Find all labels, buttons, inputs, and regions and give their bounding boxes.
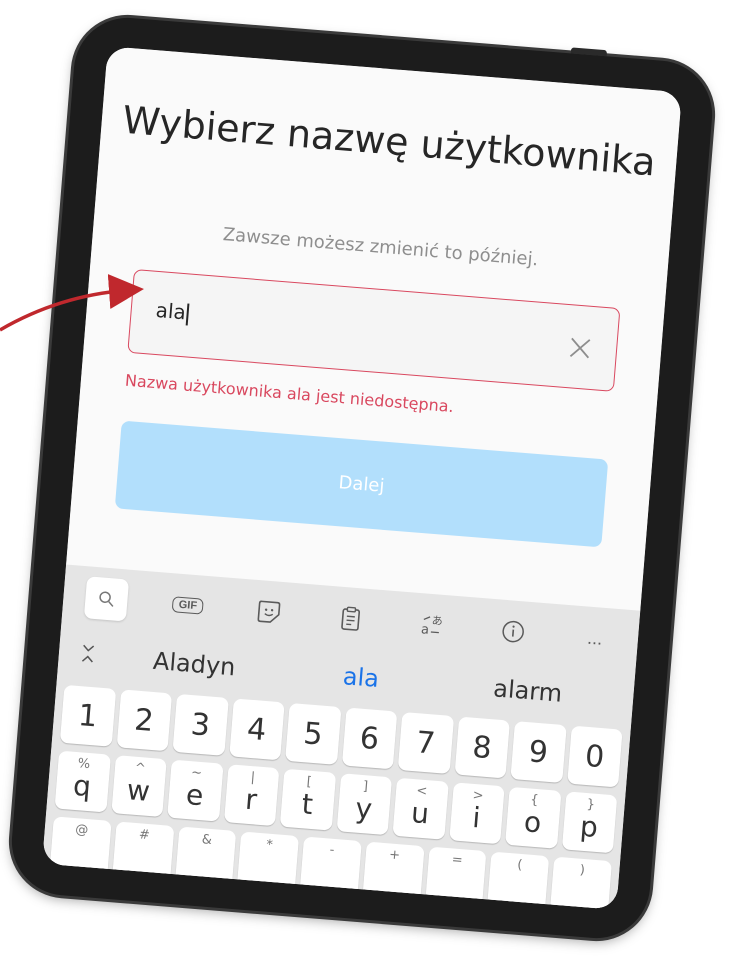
close-icon[interactable] [567, 335, 593, 361]
key-symbol[interactable]: * [236, 831, 300, 894]
clipboard-icon[interactable] [328, 596, 373, 641]
key-symbol[interactable]: = [424, 846, 487, 910]
text-caret [185, 302, 190, 325]
key-1[interactable]: 1 [59, 684, 116, 747]
key-7[interactable]: 7 [397, 711, 454, 774]
key-8[interactable]: 8 [454, 716, 511, 779]
key-symbol[interactable]: ( [487, 851, 550, 910]
suggestion-item-active[interactable]: ala [276, 657, 445, 698]
page-subtitle: Zawsze możesz zmienić to później. [222, 224, 540, 271]
translate-icon[interactable]: aあ [409, 602, 454, 647]
collapse-icon[interactable] [80, 643, 112, 670]
username-input-value: ala [155, 298, 190, 325]
next-button[interactable]: Dalej [114, 420, 609, 548]
key-t[interactable]: [t [279, 768, 336, 831]
key-6[interactable]: 6 [341, 707, 398, 770]
svg-text:a: a [420, 622, 429, 638]
key-o[interactable]: {o [505, 786, 562, 849]
suggestion-item[interactable]: alarm [443, 670, 612, 711]
key-i[interactable]: > i [448, 782, 505, 845]
key-symbol[interactable]: & [174, 826, 237, 889]
gif-icon[interactable]: GIF [165, 583, 210, 628]
suggestion-item[interactable]: Aladyn [110, 643, 279, 684]
key-y[interactable]: ] y [336, 773, 393, 836]
key-p[interactable]: } p [561, 791, 618, 854]
key-symbol[interactable]: @ [49, 816, 112, 879]
username-input[interactable]: ala [127, 269, 621, 392]
key-symbol[interactable]: - [299, 836, 362, 899]
key-r[interactable]: | r [223, 764, 280, 827]
more-icon[interactable]: ... [572, 616, 617, 661]
key-u[interactable]: < u [392, 777, 449, 840]
key-w[interactable]: ^ w [110, 755, 167, 818]
key-3[interactable]: 3 [172, 693, 229, 756]
key-5[interactable]: 5 [285, 702, 342, 765]
key-q[interactable]: % q [54, 750, 111, 813]
svg-text:あ: あ [431, 614, 443, 628]
key-0[interactable]: 0 [566, 725, 623, 788]
power-button [570, 47, 608, 57]
key-2[interactable]: 2 [116, 689, 173, 752]
username-form: Wybierz nazwę użytkownika Zawsze możesz … [66, 46, 682, 611]
error-message: Nazwa użytkownika ala jest niedostępna. [124, 370, 455, 417]
key-4[interactable]: 4 [228, 698, 285, 761]
tablet-screen: Wybierz nazwę użytkownika Zawsze możesz … [42, 46, 682, 910]
page-title: Wybierz nazwę użytkownika [120, 97, 658, 185]
on-screen-keyboard: GIF aあ ... Aladyn ala alarm 1 2 3 4 5 6 … [42, 564, 641, 910]
key-symbol[interactable]: # [111, 821, 175, 884]
sticker-icon[interactable] [247, 589, 292, 634]
tablet-device: Wybierz nazwę użytkownika Zawsze możesz … [7, 13, 717, 943]
key-symbol[interactable]: ) [549, 856, 613, 910]
key-9[interactable]: 9 [510, 721, 567, 783]
info-icon[interactable] [491, 609, 536, 654]
key-symbol[interactable]: + [362, 841, 425, 904]
search-icon[interactable] [83, 576, 130, 622]
key-e[interactable]: ~ e [167, 759, 224, 822]
